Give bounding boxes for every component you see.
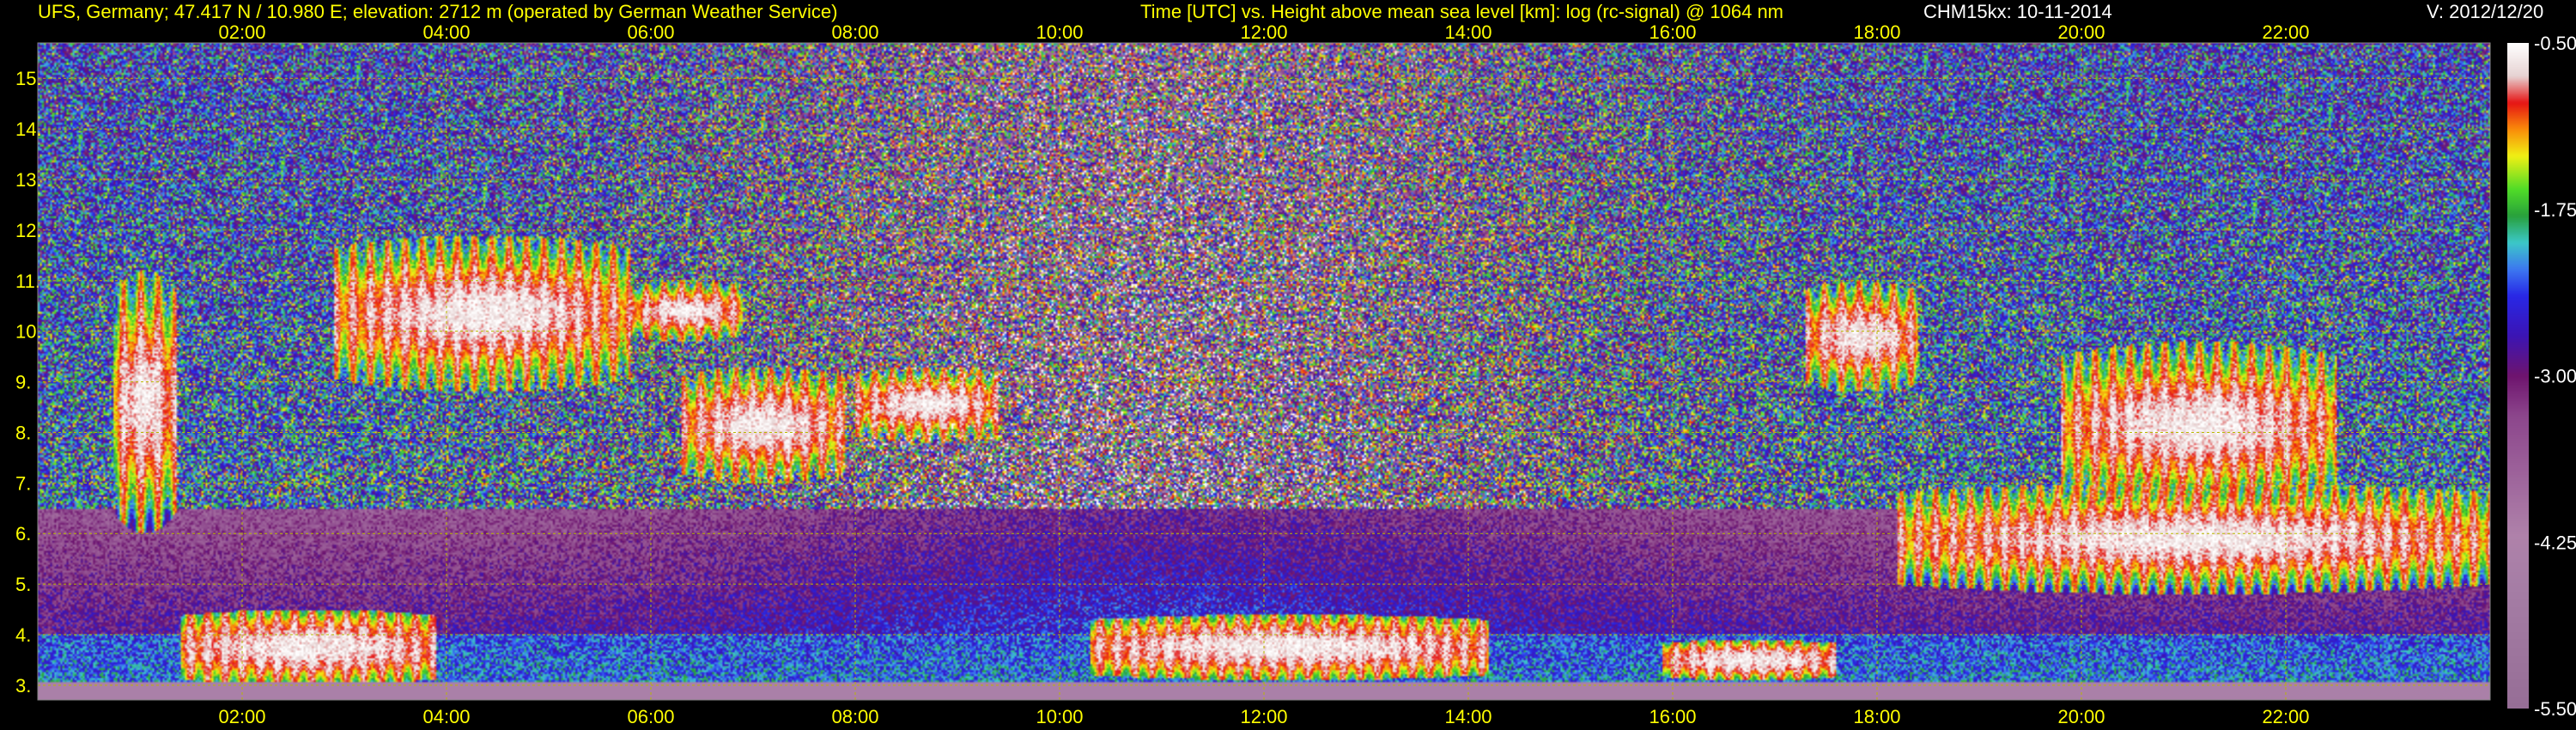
colorbar-tick-label: -3.00: [2534, 366, 2576, 387]
colorbar: -0.50 -1.75 -3.00 -4.25 -5.50: [2507, 33, 2576, 720]
colorbar-tick-label: -1.75: [2534, 199, 2576, 221]
colorbar-raster: [2507, 43, 2529, 709]
colorbar-tick-labels: -0.50 -1.75 -3.00 -4.25 -5.50: [2534, 33, 2576, 720]
colorbar-tick-label: -0.50: [2534, 33, 2576, 54]
colorbar-gradient: [2507, 43, 2529, 709]
colorbar-tick-label: -5.50: [2534, 698, 2576, 720]
colorbar-tick-label: -4.25: [2534, 532, 2576, 553]
